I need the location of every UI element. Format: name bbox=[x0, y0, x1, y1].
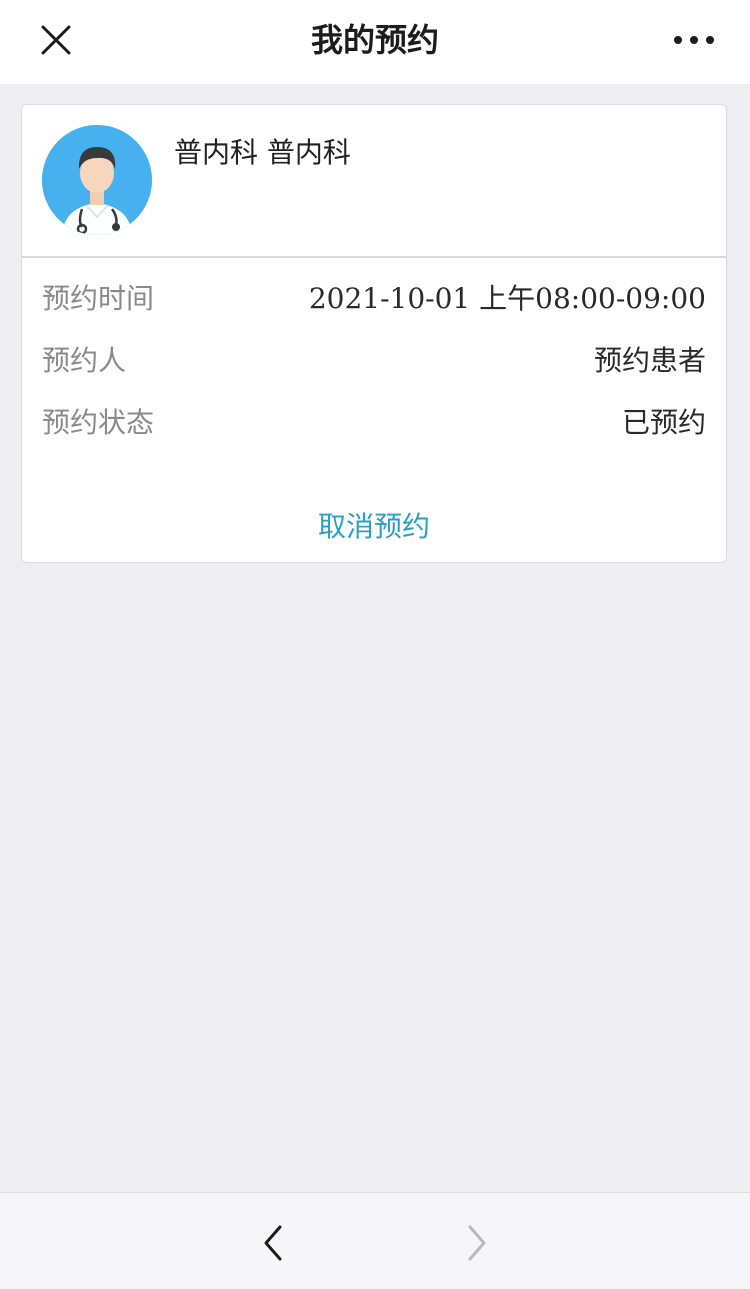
chevron-right-icon bbox=[468, 1225, 486, 1261]
doctor-avatar-icon bbox=[42, 125, 152, 235]
appointee-value: 预约患者 bbox=[593, 344, 706, 377]
appointment-status-value: 已预约 bbox=[621, 406, 706, 439]
appointment-card: 普内科 普内科 预约时间 2021-10-01 上午08:00-09:00 预约… bbox=[21, 104, 727, 563]
appointment-status-row: 预约状态 已预约 bbox=[42, 403, 706, 443]
appointment-status-label: 预约状态 bbox=[42, 406, 155, 439]
divider bbox=[22, 256, 726, 258]
top-nav-bar: 我的预约 bbox=[0, 0, 750, 84]
chevron-left-icon[interactable] bbox=[260, 1223, 290, 1263]
appointment-time-row: 预约时间 2021-10-01 上午08:00-09:00 bbox=[42, 279, 706, 319]
appointee-row: 预约人 预约患者 bbox=[42, 341, 706, 381]
bottom-toolbar bbox=[0, 1192, 750, 1289]
department-name: 普内科 普内科 bbox=[174, 136, 351, 169]
appointee-label: 预约人 bbox=[42, 344, 127, 377]
appointment-time-value: 2021-10-01 上午08:00-09:00 bbox=[308, 282, 706, 315]
appointment-time-label: 预约时间 bbox=[42, 282, 155, 315]
more-icon[interactable] bbox=[670, 26, 718, 54]
cancel-appointment-button[interactable]: 取消预约 bbox=[22, 507, 726, 547]
page-title: 我的预约 bbox=[310, 21, 439, 59]
